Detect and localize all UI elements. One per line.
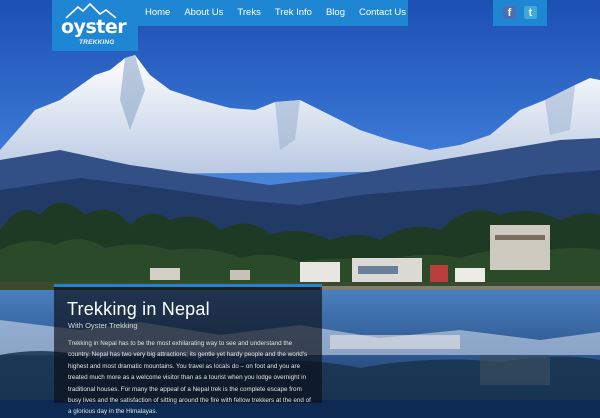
social-links: f t bbox=[493, 0, 547, 26]
panel-body-text: Trekking in Nepal has to be the most exh… bbox=[68, 340, 311, 416]
nav-home[interactable]: Home bbox=[138, 0, 177, 26]
panel-title: Trekking in Nepal bbox=[67, 299, 210, 319]
nav-blog[interactable]: Blog bbox=[319, 0, 352, 26]
nav-trek-info[interactable]: Trek Info bbox=[268, 0, 319, 26]
nav-treks[interactable]: Treks bbox=[230, 0, 267, 26]
panel-subtitle: With Oyster Trekking bbox=[68, 321, 138, 330]
logo-subtitle: TREKKING bbox=[79, 39, 115, 46]
logo-brand: oyster bbox=[61, 16, 127, 38]
facebook-icon[interactable]: f bbox=[503, 6, 516, 19]
twitter-icon[interactable]: t bbox=[524, 6, 537, 19]
site-logo[interactable]: oyster TREKKING bbox=[52, 0, 138, 51]
intro-panel: Trekking in Nepal With Oyster Trekking T… bbox=[54, 284, 322, 415]
nav-contact-us[interactable]: Contact Us bbox=[352, 0, 413, 26]
main-nav: Home About Us Treks Trek Info Blog Conta… bbox=[138, 0, 413, 26]
nav-about-us[interactable]: About Us bbox=[177, 0, 230, 26]
